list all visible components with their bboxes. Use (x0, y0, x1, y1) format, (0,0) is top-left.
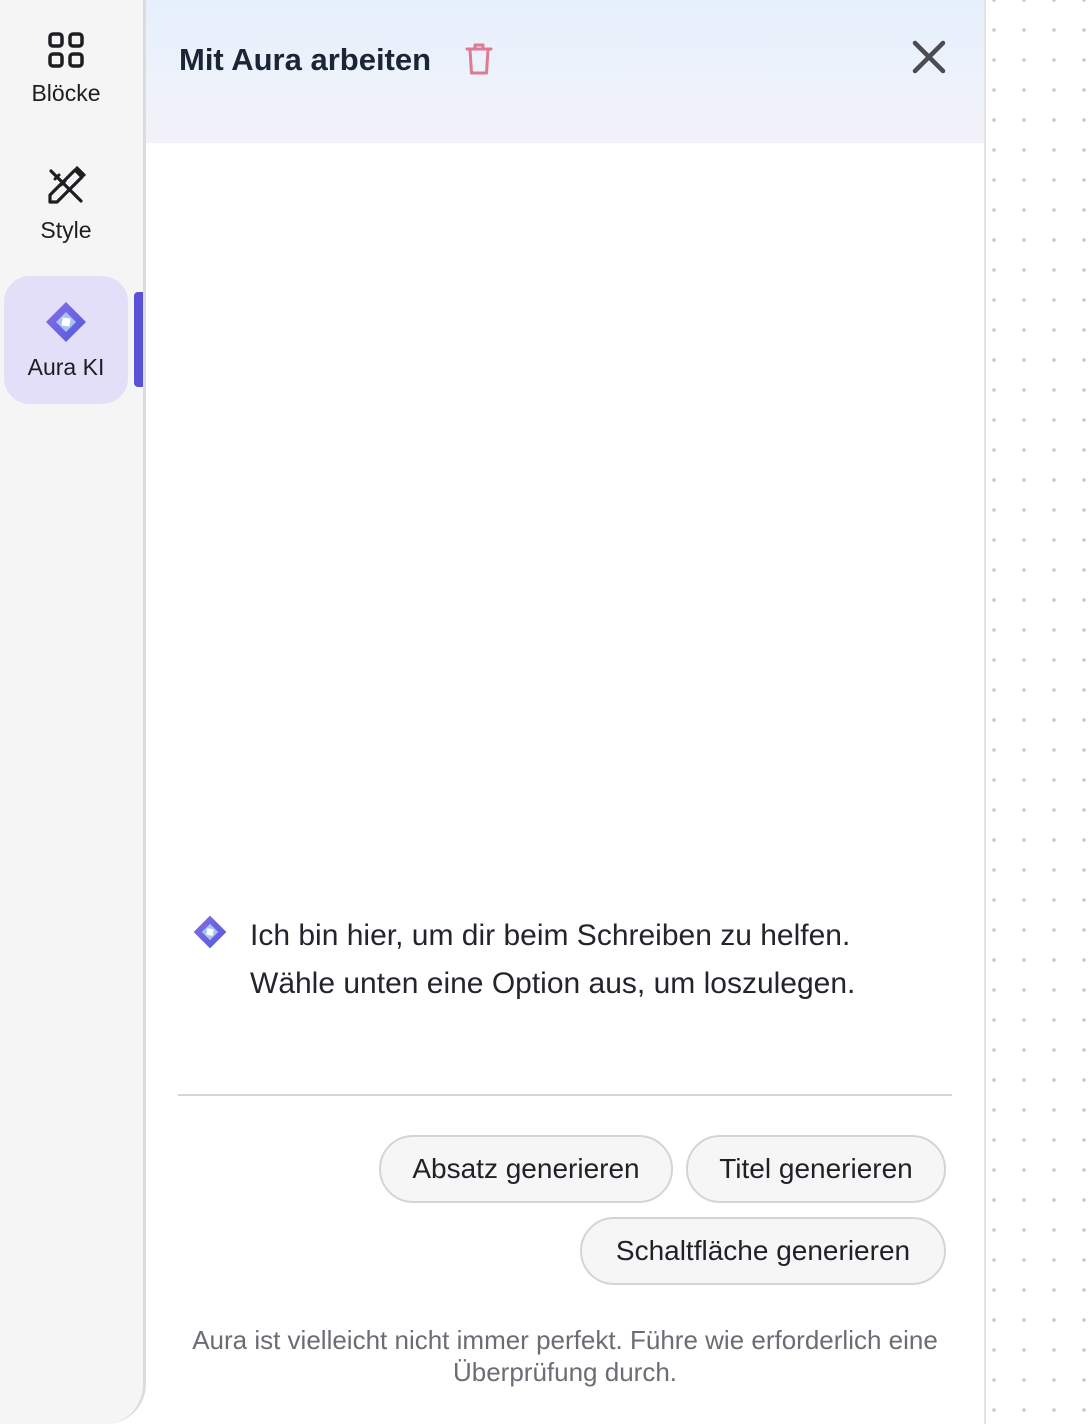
disclaimer-line: Aura ist vielleicht nicht immer perfekt.… (192, 1325, 938, 1355)
panel-header: Mit Aura arbeiten (146, 0, 984, 143)
aura-diamond-icon (193, 915, 227, 949)
grid-icon (48, 31, 84, 68)
generate-title-button[interactable]: Titel generieren (686, 1135, 946, 1203)
close-icon[interactable] (910, 38, 948, 76)
sidebar-item-label: Blöcke (31, 79, 101, 106)
aura-diamond-icon (46, 301, 86, 342)
editor-canvas[interactable] (984, 0, 1090, 1424)
sidebar-item-aura-ki[interactable]: Aura KI (4, 276, 128, 404)
disclaimer-text: Aura ist vielleicht nicht immer perfekt.… (146, 1324, 984, 1388)
sidebar-item-style[interactable]: Style (4, 140, 128, 268)
generate-paragraph-button[interactable]: Absatz generieren (379, 1135, 673, 1203)
sidebar-item-label: Aura KI (27, 353, 105, 380)
generate-button-button[interactable]: Schaltfläche generieren (580, 1217, 946, 1285)
assistant-message-text: Ich bin hier, um dir beim Schreiben zu h… (250, 912, 950, 1008)
sidebar-item-label: Style (40, 216, 92, 243)
message-line: Wähle unten eine Option aus, um loszuleg… (250, 967, 856, 1000)
disclaimer-line: Überprüfung durch. (452, 1357, 678, 1387)
aura-panel: Mit Aura arbeiten Ich bin hier, um dir b… (146, 0, 984, 1424)
trash-icon[interactable] (464, 42, 494, 76)
divider (178, 1094, 952, 1096)
message-line: Ich bin hier, um dir beim Schreiben zu h… (250, 919, 851, 952)
page-title: Mit Aura arbeiten (179, 42, 432, 77)
sidebar-item-bloecke[interactable]: Blöcke (4, 4, 128, 132)
sidebar-rail: Blöcke Style Aura KI (0, 0, 146, 1424)
pen-ruler-icon (48, 165, 86, 204)
active-indicator (134, 292, 143, 387)
